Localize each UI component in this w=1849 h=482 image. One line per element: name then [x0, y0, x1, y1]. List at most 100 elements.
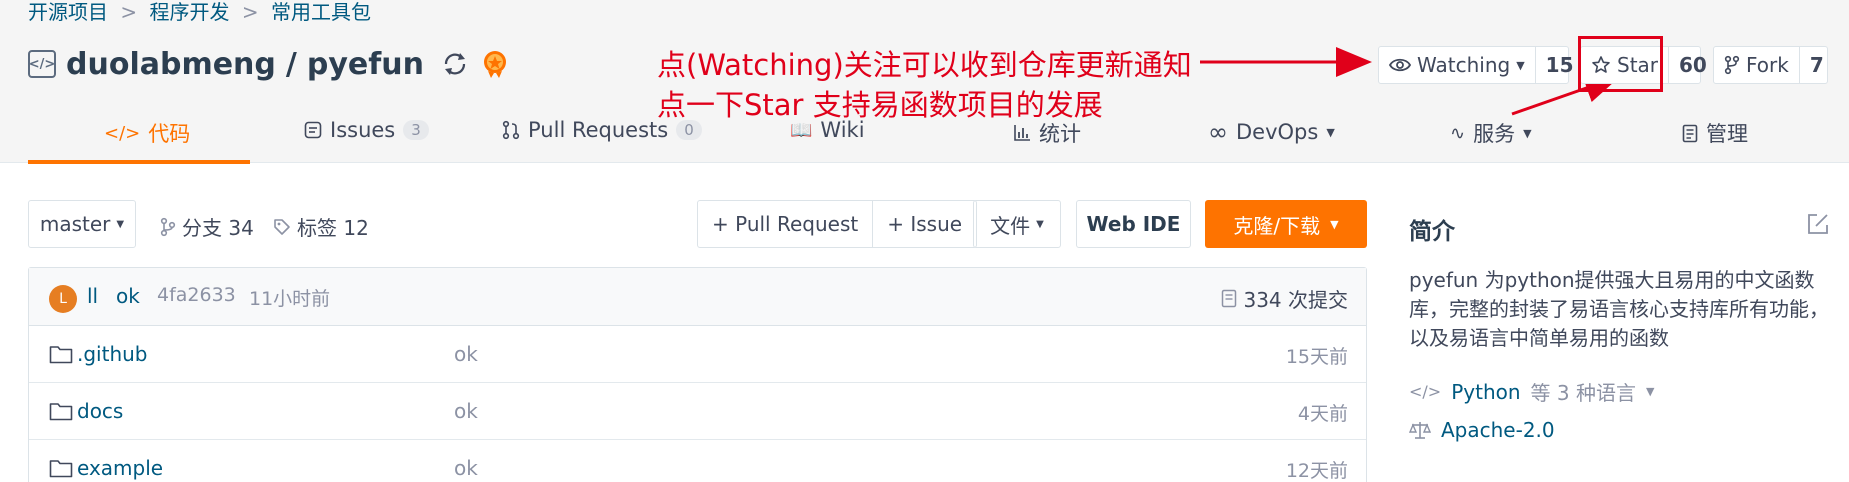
fork-group: Fork 7 [1713, 46, 1828, 84]
commit-sha[interactable]: 4fa2633 [157, 284, 236, 306]
file-list: L ll ok 4fa2633 11小时前 334 次提交 .github ok… [28, 267, 1367, 482]
chevron-down-icon: ▼ [1330, 217, 1339, 231]
folder-icon [49, 346, 73, 364]
new-item-group: + Pull Request + Issue [697, 200, 978, 248]
chevron-down-icon: ▼ [1523, 126, 1532, 140]
tab-wiki-label: Wiki [820, 118, 865, 142]
branch-name: master [39, 212, 111, 236]
chevron-down-icon: ▼ [1645, 385, 1655, 398]
new-pull-request-button[interactable]: + Pull Request [698, 201, 872, 247]
license-link[interactable]: Apache-2.0 [1409, 418, 1555, 442]
repo-description: pyefun 为python提供强大且易用的中文函数库，完整的封装了易语言核心支… [1409, 268, 1829, 350]
commit-count-link[interactable]: 334 次提交 [1221, 284, 1348, 313]
pull-request-icon [502, 120, 520, 140]
breadcrumb-separator: > [241, 0, 259, 24]
watch-label: Watching [1417, 53, 1511, 77]
tab-pull-requests-label: Pull Requests [528, 118, 669, 142]
clone-download-button[interactable]: 克隆/下载 ▼ [1205, 200, 1367, 248]
tab-manage[interactable]: 管理 [1682, 118, 1748, 148]
recommended-badge-icon [484, 51, 507, 78]
watch-button[interactable]: Watching ▼ [1379, 47, 1536, 83]
tab-services-label: 服务 [1473, 122, 1516, 146]
active-tab-indicator [28, 160, 250, 164]
web-ide-button[interactable]: Web IDE [1076, 200, 1191, 248]
repo-title: </> duolabmeng / pyefun [28, 44, 510, 84]
breadcrumb-tools[interactable]: 常用工具包 [271, 0, 371, 24]
eye-icon [1389, 58, 1411, 72]
repo-slash: / [285, 46, 297, 82]
table-row: docs ok 4天前 [29, 383, 1366, 440]
tab-code-label: 代码 [148, 122, 191, 146]
folder-icon [49, 403, 73, 421]
settings-doc-icon [1682, 124, 1698, 142]
fork-button[interactable]: Fork [1714, 47, 1800, 83]
breadcrumb-program-dev[interactable]: 程序开发 [149, 0, 229, 24]
fork-count[interactable]: 7 [1800, 47, 1834, 83]
branches-link[interactable]: 分支 34 [160, 212, 254, 241]
file-commit-message[interactable]: ok [454, 399, 478, 423]
repo-owner[interactable]: duolabmeng [66, 47, 276, 82]
language-name: Python [1451, 379, 1521, 404]
tab-services[interactable]: ∿ 服务 ▼ [1450, 118, 1532, 148]
book-icon: 📖 [790, 119, 813, 141]
tab-stats[interactable]: 统计 [1013, 118, 1081, 148]
file-time: 12天前 [1285, 460, 1348, 482]
tags-link[interactable]: 标签 12 [273, 212, 369, 241]
avatar[interactable]: L [49, 285, 77, 313]
tags-count: 标签 12 [297, 216, 369, 240]
file-commit-message[interactable]: ok [454, 342, 478, 366]
commit-time: 11小时前 [249, 288, 331, 310]
tab-manage-label: 管理 [1706, 122, 1748, 146]
branch-select[interactable]: master ▼ [28, 200, 136, 248]
folder-icon [49, 460, 73, 478]
new-issue-button[interactable]: + Issue [872, 201, 976, 247]
watch-count[interactable]: 15 [1536, 47, 1584, 83]
file-time: 4天前 [1297, 403, 1348, 425]
code-icon: </> [1409, 382, 1442, 401]
annotation-watching-note: 点(Watching)关注可以收到仓库更新通知 [657, 48, 1192, 82]
intro-title: 简介 [1409, 219, 1455, 245]
table-row: example ok 12天前 [29, 440, 1366, 482]
table-row: .github ok 15天前 [29, 326, 1366, 383]
file-name[interactable]: example [77, 456, 163, 480]
language-link[interactable]: </> Python 等 3 种语言 ▼ [1409, 377, 1654, 406]
sync-icon[interactable] [440, 49, 470, 79]
pulls-count-badge: 0 [676, 120, 702, 140]
code-icon: </> [104, 122, 141, 144]
file-menu-button[interactable]: 文件 ▼ [973, 200, 1061, 248]
file-name[interactable]: .github [77, 342, 148, 366]
infinity-icon: ∞ [1208, 118, 1228, 146]
file-time: 15天前 [1285, 346, 1348, 368]
file-commit-message[interactable]: ok [454, 456, 478, 480]
repo-name[interactable]: pyefun [307, 47, 424, 82]
clone-download-label: 克隆/下载 [1233, 213, 1321, 238]
commit-message[interactable]: ok [116, 284, 140, 308]
branch-icon [160, 217, 176, 236]
issues-icon [304, 121, 322, 139]
chevron-down-icon: ▼ [116, 218, 125, 230]
tab-devops-label: DevOps [1236, 120, 1319, 144]
pulse-icon: ∿ [1450, 122, 1466, 144]
tab-stats-label: 统计 [1039, 122, 1081, 146]
star-count[interactable]: 60 [1669, 47, 1717, 83]
file-name[interactable]: docs [77, 399, 123, 423]
breadcrumb-open-source[interactable]: 开源项目 [28, 0, 108, 24]
tag-icon [274, 218, 290, 235]
edit-icon[interactable] [1806, 212, 1830, 236]
scale-icon [1409, 422, 1431, 439]
repo-tabs: </> 代码 Issues 3 Pull Requests 0 📖 Wiki 统… [28, 110, 1828, 164]
tab-devops[interactable]: ∞ DevOps ▼ [1208, 118, 1335, 146]
commit-count: 334 次提交 [1243, 288, 1348, 312]
latest-commit-bar: L ll ok 4fa2633 11小时前 334 次提交 [29, 268, 1366, 326]
issues-count-badge: 3 [403, 120, 429, 140]
chevron-down-icon: ▼ [1326, 125, 1335, 139]
tab-wiki[interactable]: 📖 Wiki [790, 118, 865, 142]
tab-code[interactable]: </> 代码 [104, 118, 190, 148]
tab-issues[interactable]: Issues 3 [304, 118, 429, 142]
watch-group: Watching ▼ 15 [1378, 46, 1574, 84]
file-menu-label: 文件 [990, 213, 1031, 238]
tab-pull-requests[interactable]: Pull Requests 0 [502, 118, 702, 142]
commit-author[interactable]: ll [87, 284, 98, 308]
commits-icon [1222, 289, 1237, 308]
breadcrumb-separator: > [120, 0, 138, 24]
